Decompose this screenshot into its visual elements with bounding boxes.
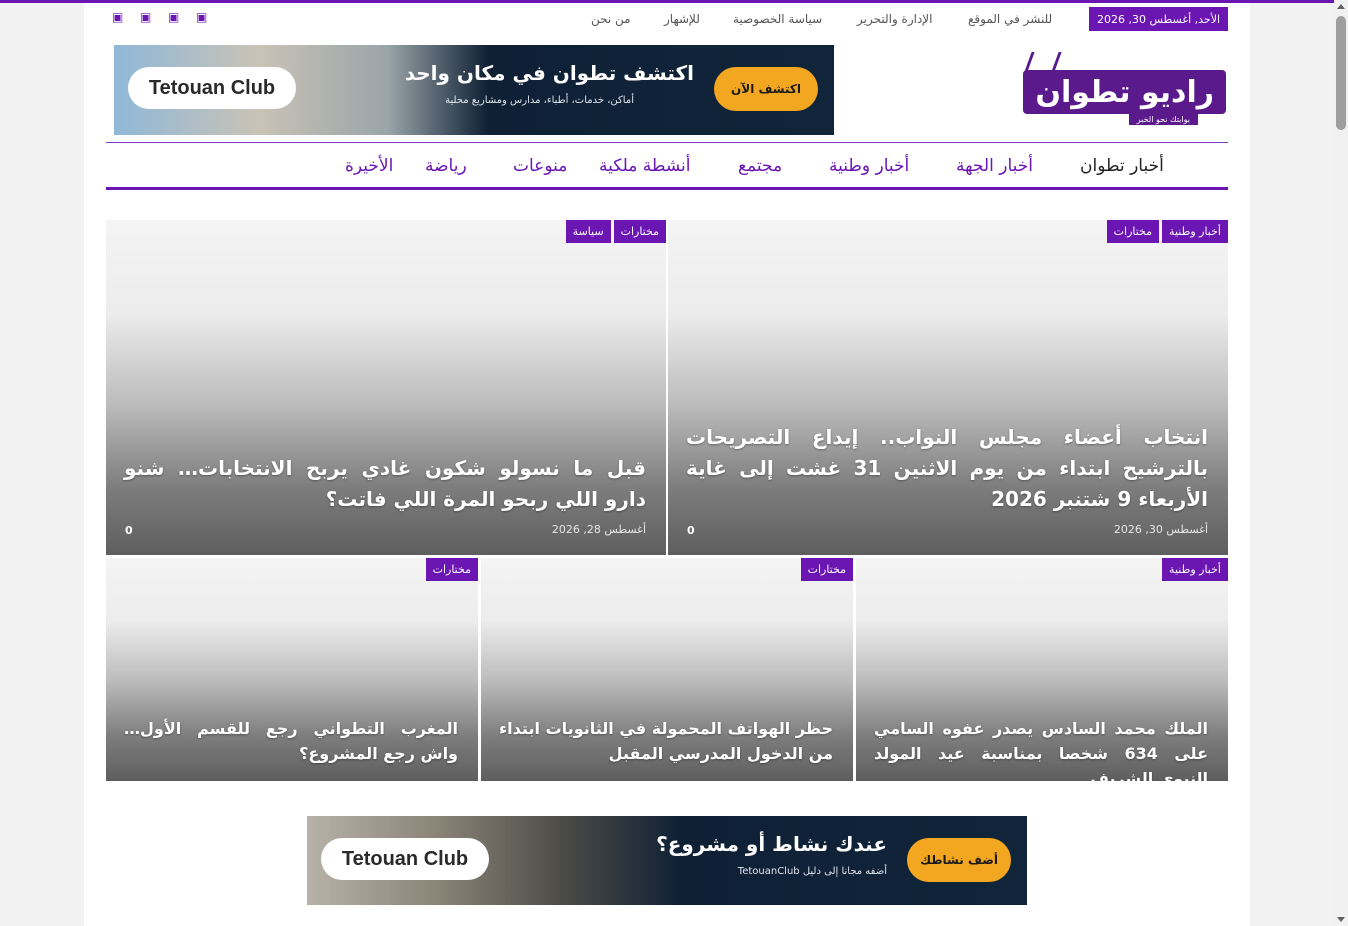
logo-text: راديو تطوان: [1023, 70, 1226, 114]
featured-card-1[interactable]: أخبار وطنية مختارات انتخاب أعضاء مجلس ال…: [668, 220, 1228, 555]
social-icon-3[interactable]: ▣: [168, 10, 179, 24]
toplink-privacy[interactable]: سياسة الخصوصية: [733, 12, 822, 26]
social-icon-4[interactable]: ▣: [196, 10, 207, 24]
featured-card-2[interactable]: مختارات سياسة قبل ما نسولو شكون غادي يرب…: [106, 220, 666, 555]
page-scrollbar[interactable]: [1334, 0, 1348, 926]
banner-subline: أماكن، خدمات، أطباء، مدارس ومشاريع محلية: [445, 95, 634, 106]
category-badge[interactable]: أخبار وطنية: [1162, 558, 1228, 581]
nav-society[interactable]: مجتمع: [738, 156, 782, 176]
nav-royal-activities[interactable]: أنشطة ملكية: [599, 156, 690, 176]
date-badge: الأحد, أغسطس 30, 2026: [1089, 7, 1228, 31]
card-categories: أخبار وطنية: [1162, 558, 1228, 581]
secondary-card-3[interactable]: مختارات المغرب التطواني رجع للقسم الأول……: [106, 558, 478, 781]
social-icon-2[interactable]: ▣: [140, 10, 151, 24]
comment-count[interactable]: 0: [687, 524, 695, 537]
card-categories: مختارات سياسة: [565, 220, 666, 243]
card-categories: مختارات: [800, 558, 853, 581]
banner-headline: عندك نشاط أو مشروع؟: [656, 832, 887, 856]
card-date: أغسطس 30, 2026: [1113, 523, 1208, 536]
toplink-editorial[interactable]: الإدارة والتحرير: [857, 12, 933, 26]
site-logo[interactable]: راديو تطوان بوابتك نحو الخبر: [1020, 52, 1228, 130]
nav-region-news[interactable]: أخبار الجهة: [956, 156, 1033, 176]
category-badge[interactable]: أخبار وطنية: [1162, 220, 1228, 243]
tetouan-club-logo: Tetouan Club: [128, 67, 296, 109]
nav-tetouan-news[interactable]: أخبار تطوان: [1080, 156, 1164, 176]
card-title[interactable]: الملك محمد السادس يصدر عفوه السامي على 6…: [874, 716, 1208, 781]
banner-subline: أضفه مجانا إلى دليل TetouanClub: [737, 866, 887, 877]
nav-sports[interactable]: رياضة: [425, 156, 467, 176]
secondary-card-2[interactable]: مختارات حظر الهواتف المحمولة في الثانويا…: [481, 558, 853, 781]
category-badge[interactable]: سياسة: [565, 220, 611, 243]
bottom-ad-banner[interactable]: Tetouan Club عندك نشاط أو مشروع؟ أضفه مج…: [307, 816, 1027, 905]
card-title[interactable]: المغرب التطواني رجع للقسم الأول… واش رجع…: [124, 716, 458, 766]
category-badge[interactable]: مختارات: [1106, 220, 1160, 243]
toplink-advertising[interactable]: للإشهار: [664, 12, 700, 26]
category-badge[interactable]: مختارات: [800, 558, 853, 581]
club-brand-text: Tetouan Club: [148, 76, 276, 99]
scroll-thumb[interactable]: [1336, 16, 1346, 130]
scroll-up-arrow-icon[interactable]: [1337, 4, 1345, 9]
nav-misc[interactable]: منوعات: [513, 156, 567, 176]
logo-tagline: بوابتك نحو الخبر: [1128, 114, 1198, 125]
category-badge[interactable]: مختارات: [613, 220, 666, 243]
scroll-down-arrow-icon[interactable]: [1337, 917, 1345, 922]
toplink-about[interactable]: من نحن: [591, 12, 631, 26]
comment-count[interactable]: 0: [125, 524, 133, 537]
discover-now-button[interactable]: اكتشف الآن: [714, 67, 818, 111]
card-date: أغسطس 28, 2026: [551, 523, 646, 536]
card-categories: مختارات: [425, 558, 478, 581]
category-badge[interactable]: مختارات: [425, 558, 478, 581]
top-ad-banner[interactable]: Tetouan Club اكتشف تطوان في مكان واحد أم…: [114, 45, 834, 135]
nav-latest[interactable]: الأخيرة: [345, 156, 393, 176]
club-brand-text: Tetouan Club: [341, 847, 469, 870]
tetouan-club-logo: Tetouan Club: [321, 838, 489, 880]
card-categories: أخبار وطنية مختارات: [1106, 220, 1228, 243]
nav-national-news[interactable]: أخبار وطنية: [829, 156, 909, 176]
social-icon-1[interactable]: ▣: [112, 10, 123, 24]
card-title[interactable]: حظر الهواتف المحمولة في الثانويات ابتداء…: [499, 716, 833, 766]
main-nav: أخبار تطوان أخبار الجهة أخبار وطنية مجتم…: [106, 142, 1228, 190]
secondary-card-1[interactable]: أخبار وطنية الملك محمد السادس يصدر عفوه …: [856, 558, 1228, 781]
toplink-publish[interactable]: للنشر في الموقع: [968, 12, 1052, 26]
card-title[interactable]: قبل ما نسولو شكون غادي يربح الانتخابات… …: [124, 453, 646, 515]
antenna-icon: [1024, 52, 1062, 72]
banner-headline: اكتشف تطوان في مكان واحد: [404, 61, 694, 85]
add-activity-button[interactable]: أضف نشاطك: [907, 838, 1011, 882]
card-title[interactable]: انتخاب أعضاء مجلس النواب.. إيداع التصريح…: [686, 422, 1208, 515]
